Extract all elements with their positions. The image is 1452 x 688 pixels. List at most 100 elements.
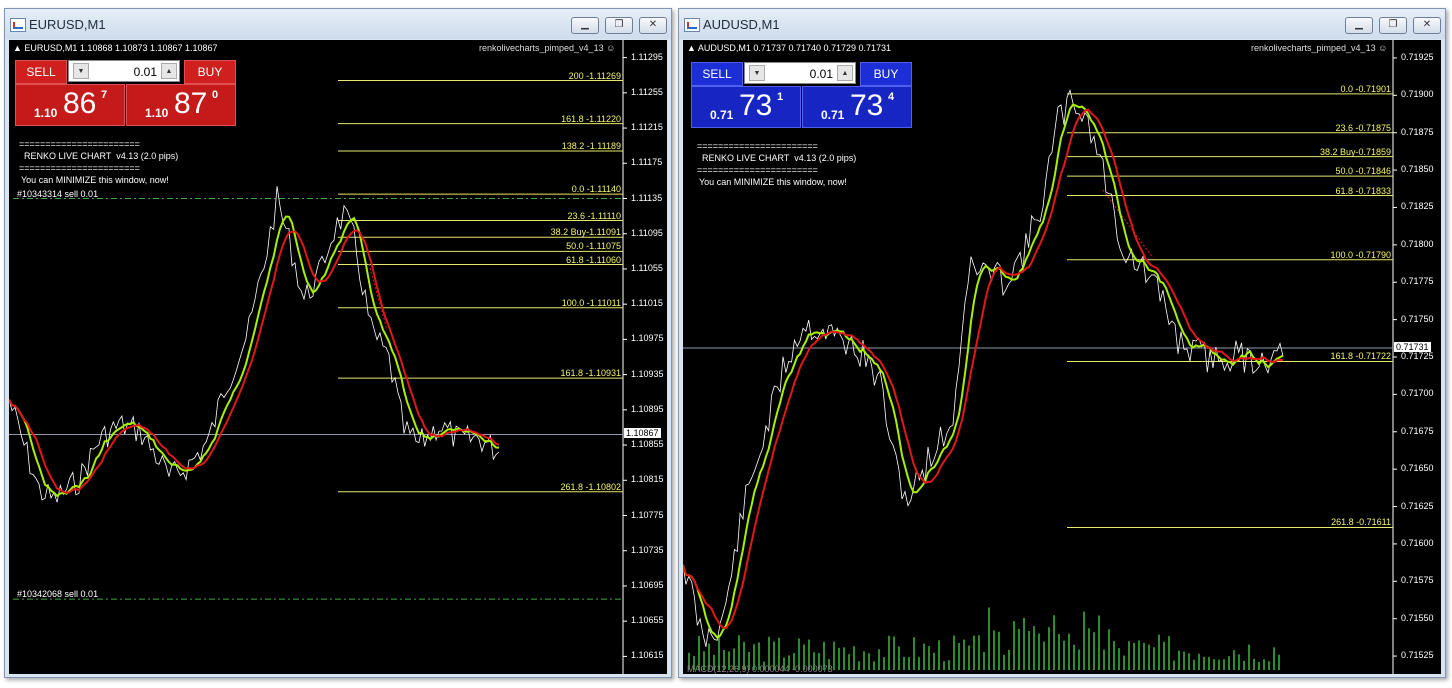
one-click-trading-panel: SELL ▼ 0.01 ▲ BUY 1.10 86 7 1.10 87 0 — [15, 60, 236, 126]
fib-level-label: 261.8 -0.71611 — [1331, 517, 1391, 528]
buy-button[interactable]: BUY — [860, 62, 912, 86]
axis-tick-label: 1.10615 — [631, 650, 664, 661]
axis-tick-label: 1.11215 — [631, 122, 663, 133]
close-button[interactable]: ✕ — [1413, 17, 1441, 34]
ask-price-prefix: 0.71 — [821, 108, 845, 122]
title-bar[interactable]: EURUSD,M1 ▁ ❐ ✕ — [5, 9, 671, 39]
macd-indicator-label: MACD(12,26,9) 0.000044 -0.000073 — [687, 664, 833, 674]
lot-increase-icon[interactable]: ▲ — [161, 63, 177, 79]
buy-button[interactable]: BUY — [184, 60, 236, 84]
axis-tick-label: 1.11055 — [631, 262, 663, 273]
fib-level-label: 0.0 -1.11140 — [571, 184, 621, 195]
current-price-tag: 0.71731 — [1394, 342, 1431, 353]
fib-level-label: 161.8 -1.11220 — [561, 113, 621, 124]
bid-price-box[interactable]: 0.71 73 1 — [691, 86, 801, 128]
axis-tick-label: 0.71775 — [1401, 276, 1434, 287]
chart-window-icon — [10, 18, 26, 32]
ask-price-box[interactable]: 0.71 73 4 — [802, 86, 912, 128]
slow-ma-line — [9, 229, 500, 494]
bid-price-prefix: 1.10 — [34, 106, 58, 120]
audusd-chart-window[interactable]: AUDUSD,M1 ▁ ❐ ✕ ▲ AUDUSD,M1 0.71737 0.71… — [678, 8, 1446, 678]
lot-decrease-icon[interactable]: ▼ — [73, 63, 89, 79]
renko-minimize-note: You can MINIMIZE this window, now! — [21, 175, 169, 185]
price-chart-area[interactable]: ▲ EURUSD,M1 1.10868 1.10873 1.10867 1.10… — [9, 40, 667, 674]
fib-level-label: 38.2 Buy-1.11091 — [550, 227, 621, 238]
renko-title: RENKO LIVE CHART v4.13 (2.0 pips) — [24, 151, 179, 161]
fib-level-label: 161.8 -0.71722 — [1330, 351, 1391, 362]
axis-tick-label: 1.11175 — [631, 157, 663, 168]
lot-increase-icon[interactable]: ▲ — [837, 65, 853, 81]
order-label: #10342068 sell 0.01 — [17, 589, 99, 600]
fib-level-label: 138.2 -1.11189 — [561, 140, 621, 151]
lot-size-value: 0.01 — [133, 65, 157, 79]
bid-price-pipette: 7 — [101, 89, 108, 101]
fib-level-label: 23.6 -1.11110 — [567, 210, 621, 221]
axis-tick-label: 0.71875 — [1401, 126, 1434, 137]
smiley-icon: ☺ — [606, 43, 616, 53]
symbol-quote-text: EURUSD,M1 1.10868 1.10873 1.10867 1.1086… — [24, 43, 218, 53]
lot-size-input[interactable]: ▼ 0.01 ▲ — [744, 62, 856, 84]
fib-level-label: 0.0 -0.71901 — [1340, 83, 1391, 94]
ask-price-big: 87 — [174, 87, 208, 120]
axis-tick-label: 0.71550 — [1401, 612, 1434, 623]
axis-tick-label: 0.71900 — [1401, 89, 1434, 100]
ask-price-prefix: 1.10 — [145, 106, 169, 120]
title-bar[interactable]: AUDUSD,M1 ▁ ❐ ✕ — [679, 9, 1445, 39]
axis-tick-label: 0.71600 — [1401, 537, 1434, 548]
renko-title: RENKO LIVE CHART v4.13 (2.0 pips) — [702, 153, 857, 163]
restore-button[interactable]: ❐ — [605, 17, 633, 34]
indicator-name: renkolivecharts_pimped_v4_13 ☺ — [479, 43, 615, 53]
axis-tick-label: 0.71625 — [1401, 500, 1434, 511]
axis-tick-label: 1.10975 — [631, 333, 664, 344]
axis-tick-label: 1.10935 — [631, 368, 664, 379]
fib-level-label: 161.8 -1.10931 — [560, 368, 621, 379]
current-price-tag: 1.10867 — [624, 428, 661, 439]
axis-tick-label: 0.71650 — [1401, 463, 1434, 474]
minimize-button[interactable]: ▁ — [1345, 17, 1373, 34]
axis-tick-label: 1.10775 — [631, 509, 664, 520]
one-click-trading-panel: SELL ▼ 0.01 ▲ BUY 0.71 73 1 0.71 73 4 — [691, 62, 912, 128]
minimize-button[interactable]: ▁ — [571, 17, 599, 34]
renko-minimize-note: You can MINIMIZE this window, now! — [699, 177, 847, 187]
indicator-name-text: renkolivecharts_pimped_v4_13 — [1251, 43, 1376, 53]
close-button[interactable]: ✕ — [639, 17, 667, 34]
renko-separator: ======================= — [19, 139, 140, 149]
fib-level-label: 61.8 -0.71833 — [1335, 185, 1391, 196]
axis-tick-label: 0.71850 — [1401, 164, 1434, 175]
axis-tick-label: 1.11255 — [631, 86, 663, 97]
sell-button[interactable]: SELL — [691, 62, 743, 86]
renko-info-block: ======================= RENKO LIVE CHART … — [19, 138, 178, 186]
axis-tick-label: 0.71750 — [1401, 313, 1434, 324]
sell-button[interactable]: SELL — [15, 60, 67, 84]
axis-tick-label: 1.10655 — [631, 615, 664, 626]
order-label: #10343314 sell 0.01 — [17, 188, 99, 199]
ask-price-pipette: 0 — [212, 89, 219, 101]
price-chart-canvas — [683, 40, 1397, 674]
lot-decrease-icon[interactable]: ▼ — [749, 65, 765, 81]
ask-price-box[interactable]: 1.10 87 0 — [126, 84, 236, 126]
symbol-info-line: ▲ AUDUSD,M1 0.71737 0.71740 0.71729 0.71… — [687, 43, 892, 53]
bid-price-big: 73 — [739, 89, 773, 122]
axis-tick-label: 1.10855 — [631, 439, 664, 450]
fib-level-label: 261.8 -1.10802 — [560, 481, 621, 492]
renko-info-block: ======================= RENKO LIVE CHART … — [697, 140, 856, 188]
axis-tick-label: 1.10895 — [631, 403, 664, 414]
window-title: EURUSD,M1 — [29, 17, 106, 32]
indicator-name: renkolivecharts_pimped_v4_13 ☺ — [1251, 43, 1387, 53]
axis-tick-label: 1.11295 — [631, 51, 663, 62]
axis-tick-label: 0.71825 — [1401, 201, 1434, 212]
bid-price-box[interactable]: 1.10 86 7 — [15, 84, 125, 126]
axis-tick-label: 1.11135 — [631, 192, 663, 203]
trend-line — [1102, 189, 1154, 259]
lot-size-input[interactable]: ▼ 0.01 ▲ — [68, 60, 180, 82]
price-chart-area[interactable]: ▲ AUDUSD,M1 0.71737 0.71740 0.71729 0.71… — [683, 40, 1441, 674]
smiley-icon: ☺ — [1378, 43, 1388, 53]
eurusd-chart-window[interactable]: EURUSD,M1 ▁ ❐ ✕ ▲ EURUSD,M1 1.10868 1.10… — [4, 8, 672, 678]
axis-tick-label: 1.10695 — [631, 579, 664, 590]
axis-tick-label: 0.71525 — [1401, 650, 1434, 661]
renko-separator: ======================= — [19, 163, 140, 173]
fib-level-label: 50.0 -0.71846 — [1335, 166, 1391, 177]
price-series-line — [9, 186, 500, 503]
restore-button[interactable]: ❐ — [1379, 17, 1407, 34]
bid-price-big: 86 — [63, 87, 97, 120]
